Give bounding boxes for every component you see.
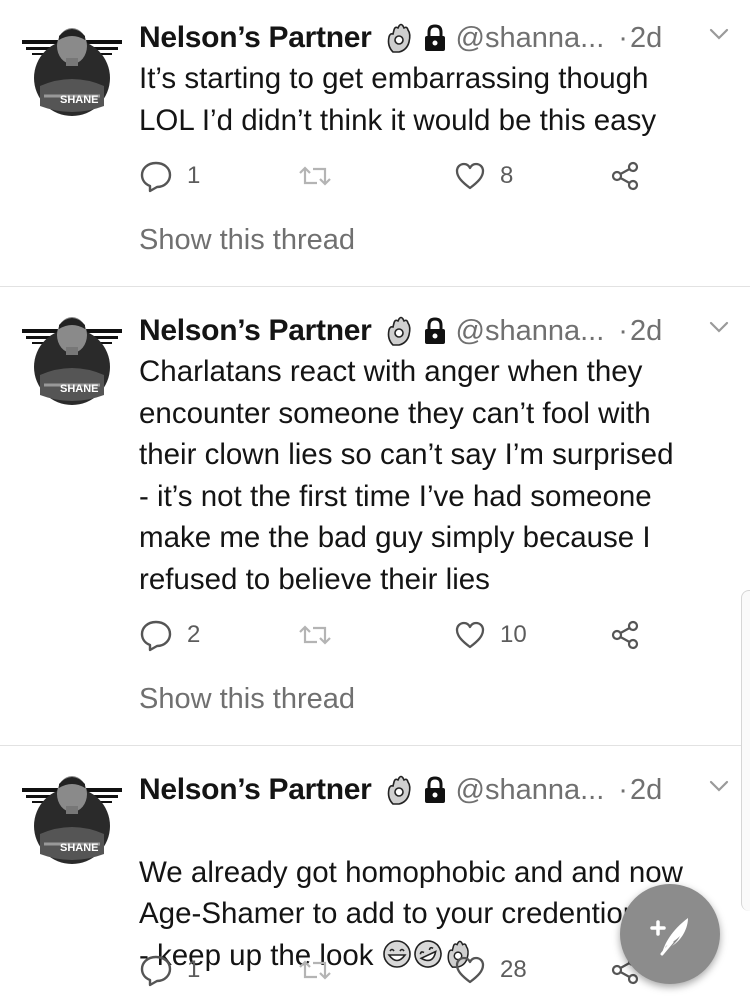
compose-tweet-button[interactable] <box>620 884 720 984</box>
tweet-text: It’s starting to get embarrassing though… <box>139 62 657 137</box>
ok-hand-emoji-icon <box>384 22 414 54</box>
retweet-icon <box>297 161 333 191</box>
scroll-edge-handle[interactable] <box>741 590 750 911</box>
like-count: 8 <box>500 162 514 189</box>
avatar-label: SHANE <box>60 94 99 106</box>
reply-icon <box>139 953 173 987</box>
reply-button[interactable]: 1 <box>139 156 200 196</box>
lock-icon <box>422 776 448 804</box>
like-icon <box>454 161 486 191</box>
lock-icon <box>422 317 448 345</box>
reply-count: 1 <box>187 956 201 983</box>
author-handle[interactable]: @shanna... <box>456 22 605 55</box>
retweet-button[interactable] <box>297 950 333 990</box>
show-thread-link[interactable]: Show this thread <box>139 224 355 257</box>
tweet-time[interactable]: 2d <box>630 22 662 55</box>
share-button[interactable] <box>610 156 640 196</box>
retweet-button[interactable] <box>297 156 333 196</box>
author-name[interactable]: Nelson’s Partner <box>139 773 372 807</box>
retweet-button[interactable] <box>297 615 333 655</box>
avatar-label: SHANE <box>60 383 99 395</box>
avatar[interactable]: SHANE <box>22 14 122 116</box>
separator-dot: · <box>618 773 628 806</box>
retweet-icon <box>297 955 333 985</box>
like-button[interactable]: 8 <box>454 156 513 196</box>
tweet-header: Nelson’s Partner @shanna... · 2d <box>139 18 739 58</box>
chevron-down-icon[interactable] <box>708 778 730 794</box>
avatar[interactable]: SHANE <box>22 762 122 864</box>
share-icon <box>610 620 640 650</box>
like-button[interactable]: 28 <box>454 950 527 990</box>
ok-hand-emoji-icon <box>384 774 414 806</box>
tweet[interactable]: SHANE Nelson’s Partner @shanna... · 2d C… <box>0 287 750 746</box>
avatar-label: SHANE <box>60 842 99 854</box>
tweet-text: Charlatans react with anger when they en… <box>139 355 674 596</box>
author-name[interactable]: Nelson’s Partner <box>139 21 372 55</box>
reply-count: 2 <box>187 621 201 648</box>
share-icon <box>610 161 640 191</box>
avatar[interactable]: SHANE <box>22 303 122 405</box>
tweet-time[interactable]: 2d <box>630 315 662 348</box>
chevron-down-icon[interactable] <box>708 319 730 335</box>
like-icon <box>454 620 486 650</box>
tweet-header: Nelson’s Partner @shanna... · 2d <box>139 311 739 351</box>
like-count: 10 <box>500 621 527 648</box>
author-handle[interactable]: @shanna... <box>456 774 605 807</box>
like-count: 28 <box>500 956 527 983</box>
lock-icon <box>422 24 448 52</box>
separator-dot: · <box>618 314 628 347</box>
tweet-actions: 1 8 <box>0 156 750 196</box>
compose-tweet-icon <box>650 918 688 956</box>
reply-button[interactable]: 2 <box>139 615 200 655</box>
reply-icon <box>139 159 173 193</box>
tweet[interactable]: SHANE Nelson’s Partner @shanna... · 2d I… <box>0 0 750 287</box>
retweet-icon <box>297 620 333 650</box>
share-button[interactable] <box>610 615 640 655</box>
reply-icon <box>139 618 173 652</box>
like-icon <box>454 955 486 985</box>
author-name[interactable]: Nelson’s Partner <box>139 314 372 348</box>
ok-hand-emoji-icon <box>384 315 414 347</box>
reply-button[interactable]: 1 <box>139 950 200 990</box>
tweet-header: Nelson’s Partner @shanna... · 2d <box>139 770 739 810</box>
author-handle[interactable]: @shanna... <box>456 315 605 348</box>
tweet-time[interactable]: 2d <box>630 774 662 807</box>
reply-count: 1 <box>187 162 201 189</box>
tweet-actions: 2 10 <box>0 615 750 655</box>
like-button[interactable]: 10 <box>454 615 527 655</box>
show-thread-link[interactable]: Show this thread <box>139 683 355 716</box>
separator-dot: · <box>618 21 628 54</box>
chevron-down-icon[interactable] <box>708 26 730 42</box>
